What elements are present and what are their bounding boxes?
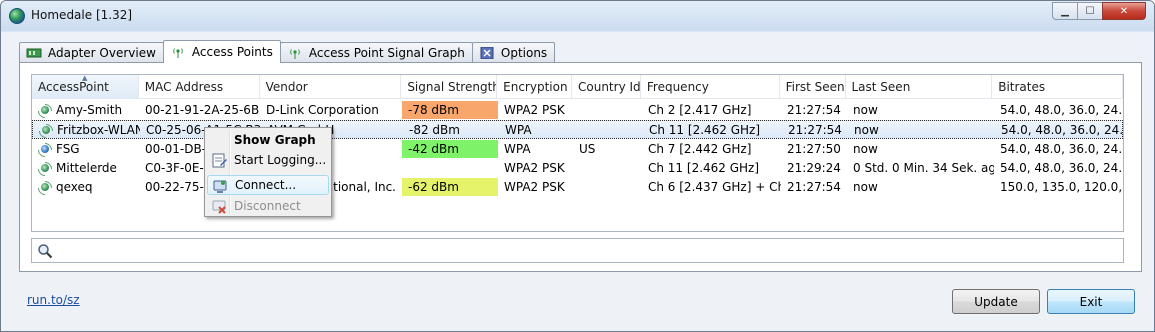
tab-label: Adapter Overview [48,46,156,60]
column-header-bitrates[interactable]: Bitrates [992,75,1123,99]
homepage-link[interactable]: run.to/sz [27,293,80,307]
menu-item-start-logging[interactable]: Start Logging... [207,150,329,170]
table-row[interactable]: FSG 00-01-DB-0 -42 dBm WPA US Ch 7 [2.44… [32,139,1123,158]
tab-bar: Adapter Overview Access Points Access Po… [19,40,556,63]
tab-label: Access Points [191,45,273,59]
antenna-icon [173,48,183,58]
access-point-icon [38,181,52,193]
menu-item-show-graph[interactable]: Show Graph [207,130,329,150]
column-header-country[interactable]: Country Id [572,75,641,99]
search-icon [38,244,53,259]
logging-icon [212,153,227,168]
signal-cell: -82 dBm [409,122,460,137]
tab-options[interactable]: Options [471,42,556,63]
globe-icon [9,8,25,24]
signal-cell: -62 dBm [402,177,498,196]
antenna-icon [290,49,300,59]
list-header: ▲ AccessPoint MAC Address Vendor Signal … [32,75,1123,99]
access-point-icon [38,104,52,116]
access-point-icon [39,124,53,136]
minimize-button[interactable]: ▁ [1052,2,1078,20]
close-button[interactable]: ✕ [1102,2,1146,20]
options-icon [480,47,494,59]
signal-cell: -42 dBm [402,139,498,158]
column-header-mac[interactable]: MAC Address [139,75,260,99]
access-points-panel: ▲ AccessPoint MAC Address Vendor Signal … [19,62,1142,272]
access-point-icon [38,162,52,174]
adapter-icon [26,48,42,58]
column-header-frequency[interactable]: Frequency [641,75,780,99]
disconnect-icon [212,200,226,214]
window-title: Homedale [1.32] [31,8,133,22]
main-window: Homedale [1.32] ▁ ☐ ✕ Adapter Overview A… [0,0,1155,332]
menu-item-disconnect[interactable]: Disconnect [207,196,329,216]
connect-icon [213,180,227,193]
tab-access-points[interactable]: Access Points [162,40,281,63]
table-row[interactable]: Amy-Smith 00-21-91-2A-25-6B D-Link Corpo… [32,100,1123,119]
maximize-button[interactable]: ☐ [1077,2,1103,20]
table-row[interactable]: qexeq 00-22-75-F3 ational, Inc. -62 dBm … [32,177,1123,196]
menu-item-connect[interactable]: Connect... [207,175,329,195]
tab-adapter-overview[interactable]: Adapter Overview [19,42,164,63]
access-point-list[interactable]: ▲ AccessPoint MAC Address Vendor Signal … [31,74,1124,232]
tab-label: Options [500,46,548,60]
column-header-signal[interactable]: Signal Strength [401,75,498,99]
title-bar: Homedale [1.32] ▁ ☐ ✕ [1,1,1154,31]
tab-label: Access Point Signal Graph [308,46,465,60]
signal-cell: -78 dBm [402,100,498,119]
access-point-icon [38,143,52,155]
exit-button[interactable]: Exit [1047,289,1135,314]
column-header-first-seen[interactable]: First Seen [780,75,846,99]
column-header-encryption[interactable]: Encryption [497,75,572,99]
column-header-accesspoint[interactable]: ▲ AccessPoint [32,75,139,99]
column-header-vendor[interactable]: Vendor [260,75,402,99]
column-header-last-seen[interactable]: Last Seen [846,75,993,99]
search-input[interactable] [31,238,1124,263]
signal-cell [402,159,498,177]
context-menu: Show Graph Start Logging... Connect... D… [204,127,332,217]
sort-up-icon: ▲ [82,75,88,82]
tab-signal-graph[interactable]: Access Point Signal Graph [279,42,473,63]
update-button[interactable]: Update [952,289,1040,314]
table-row-selected[interactable]: Fritzbox-WLAN C0-25-06-A1-5C-B3 AVM GmbH… [32,120,1123,139]
table-row[interactable]: Mittelerde C0-3F-0E-C WPA2 PSK Ch 11 [2.… [32,158,1123,177]
